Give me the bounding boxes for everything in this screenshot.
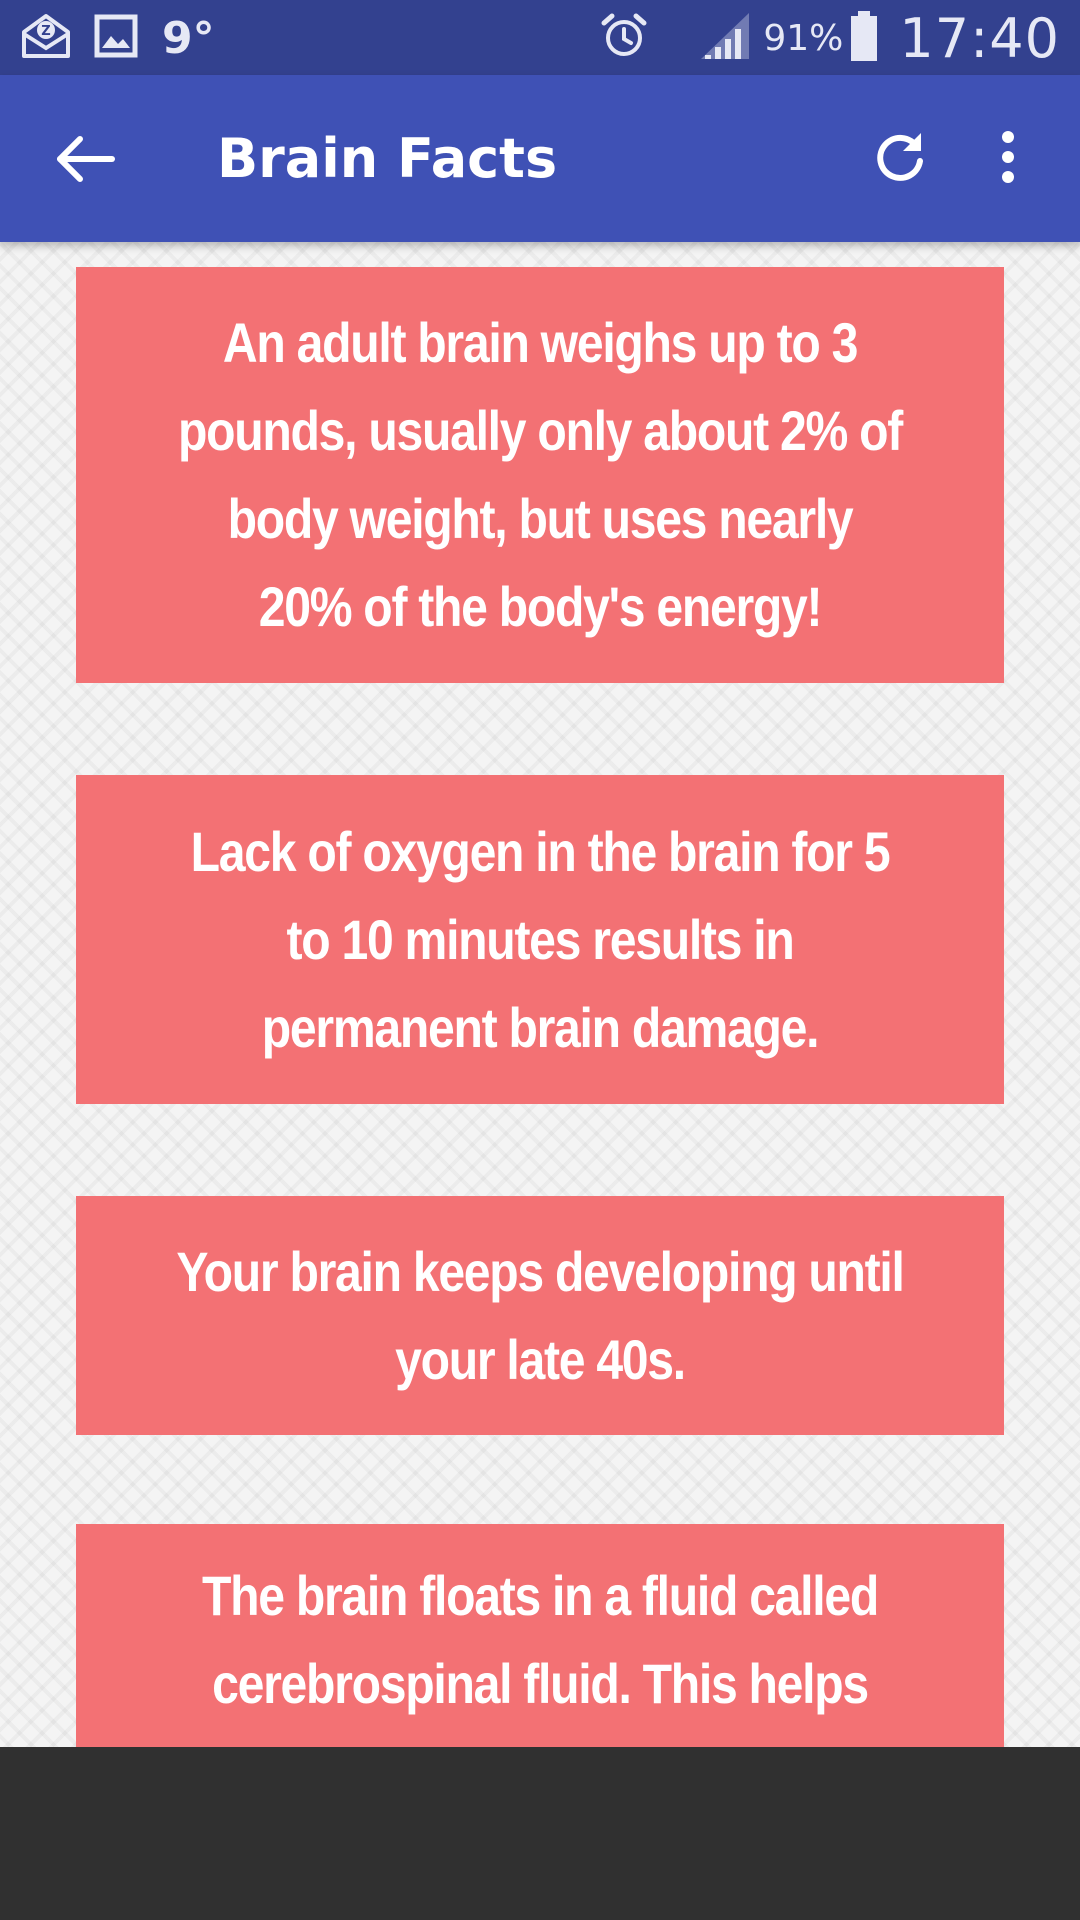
- status-left-group: Z 9°: [20, 10, 215, 66]
- refresh-icon: [877, 133, 923, 181]
- fact-card[interactable]: The brain floats in a fluid called cereb…: [76, 1524, 1004, 1747]
- arrow-back-icon: [57, 136, 115, 182]
- temperature-text: 9°: [162, 12, 215, 64]
- gallery-icon: [94, 14, 138, 63]
- more-vert-icon: [1002, 131, 1014, 183]
- fact-text: The brain floats in a fluid called cereb…: [202, 1564, 879, 1715]
- refresh-button[interactable]: [870, 127, 930, 187]
- fact-card[interactable]: Your brain keeps developing until your l…: [76, 1196, 1004, 1435]
- fact-text: An adult brain weighs up to 3 pounds, us…: [178, 311, 903, 638]
- bottom-bar: [0, 1747, 1080, 1920]
- status-right-group: 91% 17:40: [599, 6, 1060, 70]
- fact-text: Lack of oxygen in the brain for 5 to 10 …: [190, 819, 891, 1059]
- alarm-icon: [599, 11, 649, 66]
- svg-text:Z: Z: [41, 24, 50, 39]
- status-bar: Z 9° 91% 17:40: [0, 0, 1080, 75]
- more-options-button[interactable]: [985, 127, 1031, 187]
- app-bar: Brain Facts: [0, 75, 1080, 242]
- clock-text: 17:40: [899, 6, 1060, 70]
- battery-percent-text: 91%: [763, 17, 844, 59]
- battery-icon: [849, 10, 879, 67]
- back-button[interactable]: [50, 129, 120, 189]
- fact-card[interactable]: Lack of oxygen in the brain for 5 to 10 …: [76, 775, 1004, 1104]
- signal-icon: [699, 11, 751, 66]
- page-title: Brain Facts: [217, 127, 558, 190]
- screen: Z 9° 91% 17:40 Brain Facts An adult brai…: [0, 0, 1080, 1920]
- notification-icon: Z: [20, 10, 72, 67]
- fact-card[interactable]: An adult brain weighs up to 3 pounds, us…: [76, 267, 1004, 683]
- fact-text: Your brain keeps developing until your l…: [176, 1239, 905, 1391]
- facts-list[interactable]: An adult brain weighs up to 3 pounds, us…: [0, 242, 1080, 1747]
